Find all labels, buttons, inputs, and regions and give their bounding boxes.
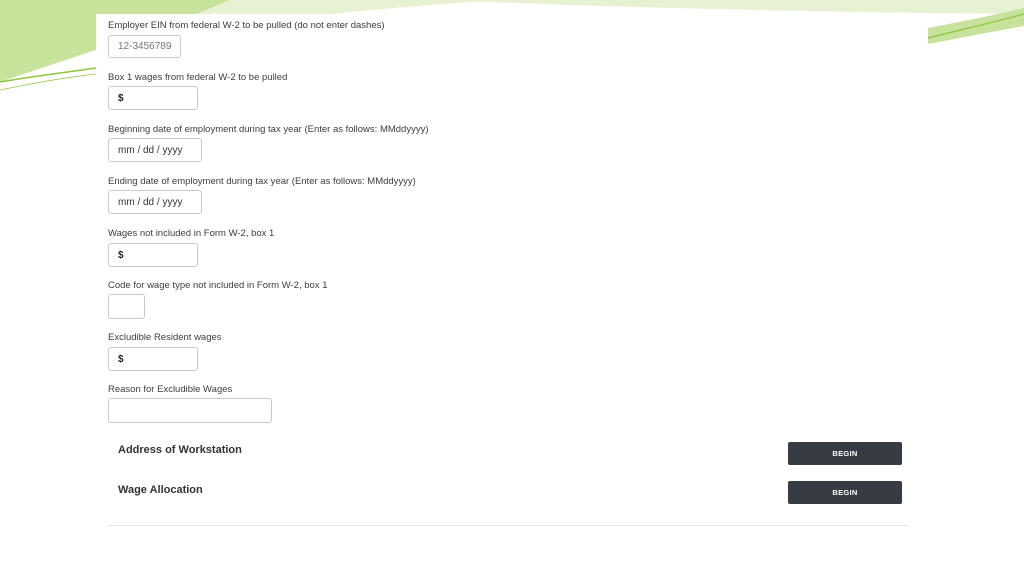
wages-not-included-value: $ — [118, 249, 124, 261]
excludible-reason-input[interactable] — [108, 398, 272, 423]
begin-date-value: mm / dd / yyyy — [118, 144, 183, 156]
wage-type-code-label: Code for wage type not included in Form … — [108, 280, 328, 291]
excludible-reason-label: Reason for Excludible Wages — [108, 384, 233, 395]
wage-allocation-begin-button[interactable]: BEGIN — [788, 481, 902, 504]
box1-wages-input[interactable]: $ — [108, 86, 198, 110]
excludible-resident-wages-value: $ — [118, 353, 124, 365]
excludible-resident-wages-label: Excludible Resident wages — [108, 332, 222, 343]
excludible-resident-wages-input[interactable]: $ — [108, 347, 198, 371]
wage-allocation-title: Wage Allocation — [118, 484, 203, 496]
address-of-workstation-begin-button[interactable]: BEGIN — [788, 442, 902, 465]
begin-date-label: Beginning date of employment during tax … — [108, 124, 429, 135]
begin-date-input[interactable]: mm / dd / yyyy — [108, 138, 202, 162]
section-divider — [108, 525, 908, 526]
box1-wages-value: $ — [118, 92, 124, 104]
wages-not-included-label: Wages not included in Form W-2, box 1 — [108, 228, 275, 239]
wages-not-included-input[interactable]: $ — [108, 243, 198, 267]
wage-type-code-input[interactable] — [108, 294, 145, 319]
address-of-workstation-title: Address of Workstation — [118, 444, 242, 456]
end-date-value: mm / dd / yyyy — [118, 196, 183, 208]
employer-ein-label: Employer EIN from federal W-2 to be pull… — [108, 20, 385, 31]
end-date-input[interactable]: mm / dd / yyyy — [108, 190, 202, 214]
end-date-label: Ending date of employment during tax yea… — [108, 176, 416, 187]
box1-wages-label: Box 1 wages from federal W-2 to be pulle… — [108, 72, 288, 83]
employer-ein-input[interactable] — [108, 35, 181, 58]
